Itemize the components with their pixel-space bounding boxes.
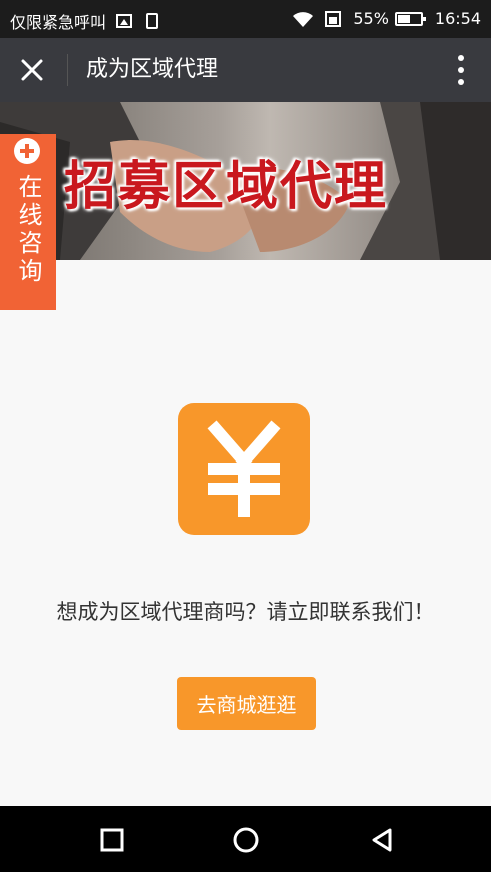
page-title: 成为区域代理 [86,57,219,82]
more-vertical-icon[interactable] [453,52,469,88]
battery-icon [394,11,426,26]
online-consult-tab[interactable]: 在线咨询 [0,134,56,310]
banner: 招募区域代理 [0,102,491,260]
image-icon [116,14,133,28]
plus-icon [14,138,40,164]
yen-icon [178,403,310,535]
title-bar: 成为区域代理 [0,38,491,102]
online-consult-label: 在线咨询 [14,174,42,286]
clock: 16:54 [434,9,481,28]
agent-prompt-text: 想成为区域代理商吗？请立即联系我们！ [56,600,435,624]
status-right: 55% 16:54 [291,9,481,28]
system-nav-bar [0,806,491,872]
banner-title: 招募区域代理 [64,157,389,217]
wifi-icon [293,11,314,27]
home-icon[interactable] [232,826,260,854]
battery-percent: 55% [353,9,389,28]
phone-icon [325,10,342,27]
status-left: 仅限紧急呼叫 [10,9,159,33]
recent-apps-icon[interactable] [98,826,126,854]
close-icon[interactable] [16,54,48,86]
go-to-mall-button[interactable]: 去商城逛逛 [177,677,316,730]
title-divider [67,54,68,86]
carrier-text: 仅限紧急呼叫 [10,13,107,32]
status-bar: 仅限紧急呼叫 55% 16:54 [0,0,491,38]
sim-icon [146,13,159,29]
back-icon[interactable] [368,826,396,854]
